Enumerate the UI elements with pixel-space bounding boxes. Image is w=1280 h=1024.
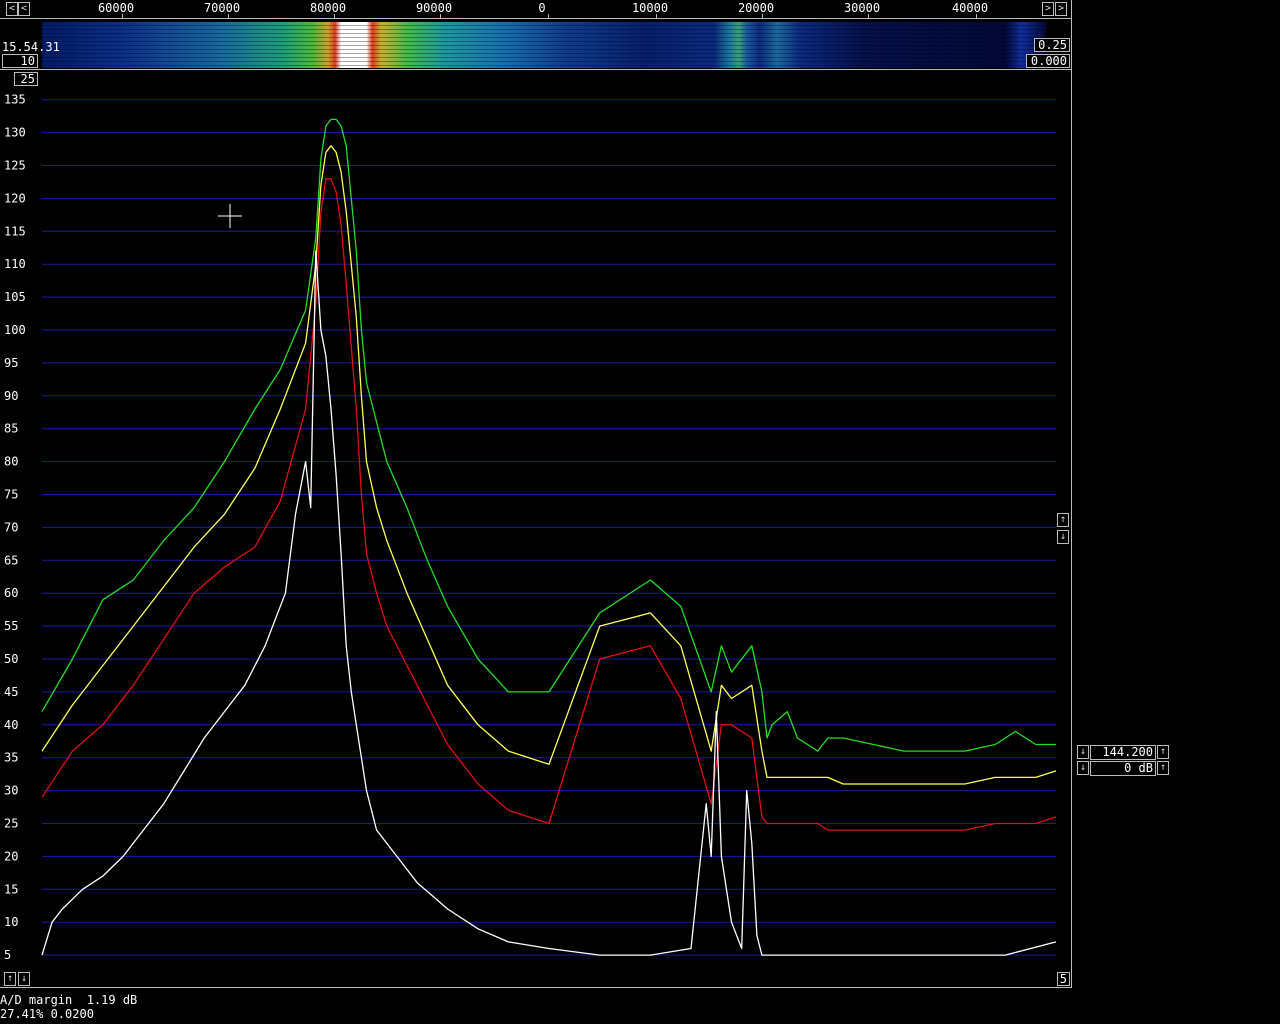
- y-axis-label: 40: [4, 718, 18, 732]
- gain-down-icon[interactable]: ↓: [1077, 761, 1089, 775]
- y-axis-label: 15: [4, 882, 18, 896]
- y-axis-label: 45: [4, 685, 18, 699]
- ad-margin-status: A/D margin 1.19 dB: [0, 993, 138, 1007]
- y-axis-label: 10: [4, 915, 18, 929]
- cpu-status: 27.41% 0.0200: [0, 1007, 94, 1021]
- scale-up-icon[interactable]: ↑: [1057, 513, 1069, 527]
- y-axis-label: 70: [4, 520, 18, 534]
- crosshair-cursor-icon: [218, 204, 242, 228]
- y-axis-label: 135: [4, 93, 26, 107]
- y-axis-label: 95: [4, 356, 18, 370]
- spectrum-chart[interactable]: 1351301251201151101051009590858075706560…: [0, 0, 1072, 988]
- frequency-up-icon[interactable]: ↑: [1157, 745, 1169, 759]
- frequency-down-icon[interactable]: ↓: [1077, 745, 1089, 759]
- gain-field[interactable]: 0 dB: [1090, 761, 1156, 776]
- gain-up-icon[interactable]: ↑: [1157, 761, 1169, 775]
- y-axis-label: 125: [4, 159, 26, 173]
- y-axis-label: 55: [4, 619, 18, 633]
- y-axis-label: 85: [4, 422, 18, 436]
- y-axis-label: 105: [4, 290, 26, 304]
- y-axis-label: 65: [4, 553, 18, 567]
- y-axis-label: 35: [4, 751, 18, 765]
- bottom-down-icon[interactable]: ↓: [18, 972, 30, 986]
- y-axis-label: 5: [4, 948, 11, 962]
- spectrum-trace-2: [41, 178, 1057, 831]
- bottom-right-value[interactable]: 5: [1057, 972, 1070, 986]
- y-axis-label: 25: [4, 817, 18, 831]
- y-axis-label: 60: [4, 586, 18, 600]
- y-axis-label: 115: [4, 224, 26, 238]
- y-axis-label: 100: [4, 323, 26, 337]
- frequency-field[interactable]: 144.200: [1090, 745, 1156, 760]
- spectrum-trace-3: [41, 250, 1057, 956]
- scale-down-icon[interactable]: ↓: [1057, 530, 1069, 544]
- y-axis-label: 120: [4, 191, 26, 205]
- y-axis-label: 90: [4, 389, 18, 403]
- spectrum-trace-1: [41, 145, 1057, 785]
- y-axis-label: 30: [4, 784, 18, 798]
- y-axis-label: 130: [4, 126, 26, 140]
- y-axis-label: 75: [4, 488, 18, 502]
- spectrum-trace-0: [41, 118, 1056, 752]
- y-axis-label: 110: [4, 257, 26, 271]
- y-axis-label: 50: [4, 652, 18, 666]
- y-axis-label: 80: [4, 455, 18, 469]
- y-axis-label: 20: [4, 849, 18, 863]
- bottom-up-icon[interactable]: ↑: [4, 972, 16, 986]
